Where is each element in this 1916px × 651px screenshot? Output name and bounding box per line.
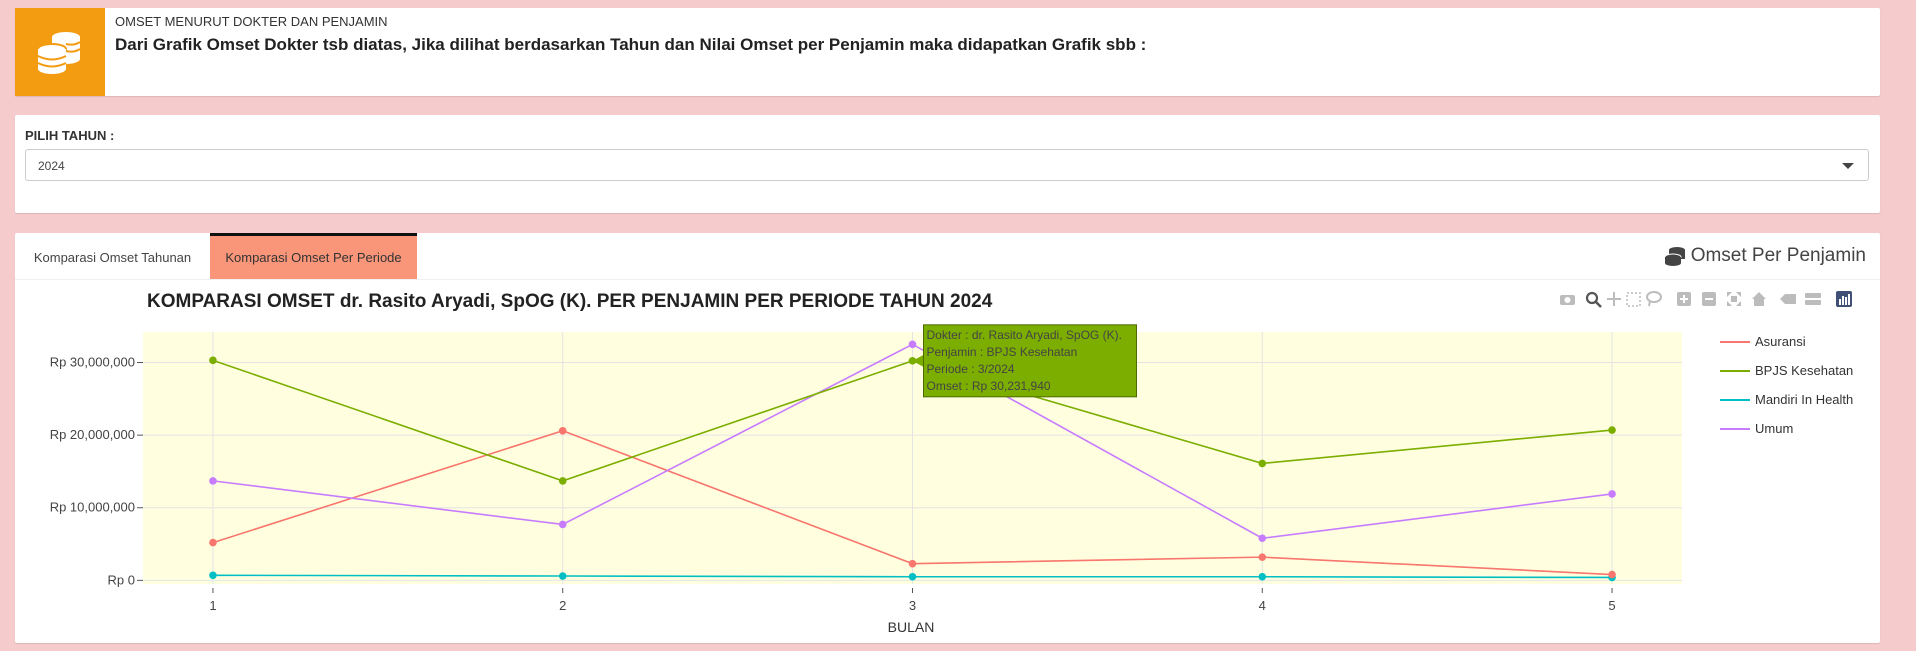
x-tick-label: 4: [1259, 598, 1266, 613]
plotly-logo-bar: [1848, 294, 1850, 305]
lasso-icon: [1646, 291, 1662, 307]
compare-bar-top: [1805, 293, 1821, 298]
data-point: [1608, 490, 1616, 498]
data-point: [908, 572, 917, 581]
y-tick-label: Rp 10,000,000: [50, 500, 135, 515]
camera-lens: [1564, 297, 1571, 303]
y-tick-label: Rp 30,000,000: [50, 355, 135, 370]
zoom-glass: [1585, 291, 1599, 305]
plotly-logo-icon: [1836, 291, 1852, 307]
spike-lines-icon: [1780, 294, 1796, 304]
zoom-handle: [1595, 301, 1602, 308]
y-tick-label: Rp 20,000,000: [50, 427, 135, 442]
zoom-out-icon: [1702, 292, 1716, 306]
tab-komparasi-periode[interactable]: Komparasi Omset Per Periode: [210, 233, 417, 279]
tooltip-line: Omset : Rp 30,231,940: [927, 379, 1051, 393]
data-point: [558, 572, 567, 580]
home-shape: [1752, 292, 1766, 306]
modebar: [1560, 291, 1852, 308]
data-point: [558, 477, 567, 485]
legend-label: Mandiri In Health: [1755, 392, 1853, 407]
plotly-logo-bar: [1842, 296, 1844, 305]
legend-label: BPJS Kesehatan: [1755, 363, 1853, 378]
year-select-value: 2024: [38, 159, 65, 173]
tooltip-line: Periode : 3/2024: [927, 362, 1015, 376]
info-headline: Dari Grafik Omset Dokter tsb diatas, Jik…: [115, 35, 1147, 54]
pan-icon: [1607, 292, 1621, 306]
coins-icon: [15, 8, 105, 96]
tab-bar: Komparasi Omset Tahunan Komparasi Omset …: [15, 233, 1880, 280]
tooltip-line: Dokter : dr. Rasito Aryadi, SpOG (K).: [927, 328, 1122, 342]
data-point: [1258, 572, 1267, 581]
lasso-loop: [1646, 291, 1662, 303]
compare-hover-icon: [1805, 293, 1821, 305]
x-tick-label: 2: [559, 598, 566, 613]
chevron-down-icon: [1842, 163, 1854, 169]
plotly-logo-bar: [1845, 297, 1847, 305]
data-point: [209, 356, 217, 365]
data-point: [209, 538, 217, 547]
data-point: [209, 571, 217, 580]
data-point: [1258, 553, 1267, 561]
panel-title: Omset Per Penjamin: [1664, 245, 1866, 267]
plotly-logo-bar: [1839, 299, 1841, 305]
tag-shape: [1780, 294, 1796, 304]
hover-tooltip: Dokter : dr. Rasito Aryadi, SpOG (K). Pen…: [912, 324, 1137, 398]
lasso-tail: [1648, 300, 1651, 307]
database-icon: [1664, 247, 1685, 266]
data-point: [1258, 534, 1267, 543]
data-point: [558, 520, 567, 529]
x-axis-label: BULAN: [888, 619, 935, 635]
legend-label: Umum: [1755, 421, 1793, 436]
year-label: PILIH TAHUN :: [25, 128, 115, 143]
y-axis: Rp 0 Rp 10,000,000 Rp 20,000,000 Rp 30,000,…: [50, 355, 143, 587]
chart-title: KOMPARASI OMSET dr. Rasito Aryadi, SpOG …: [147, 291, 993, 312]
zoom-icon: [1585, 291, 1602, 308]
panel-title-text: Omset Per Penjamin: [1690, 245, 1866, 266]
data-point: [209, 477, 217, 485]
year-filter-box: PILIH TAHUN : 2024: [15, 115, 1880, 213]
box-select-icon: [1626, 292, 1641, 307]
y-tick-label: Rp 0: [108, 572, 135, 587]
chart-box: Komparasi Omset Tahunan Komparasi Omset …: [15, 233, 1880, 643]
zoom-in-icon: [1677, 292, 1691, 306]
year-select[interactable]: 2024: [25, 149, 1869, 181]
info-box: OMSET MENURUT DOKTER DAN PENJAMIN Dari G…: [15, 8, 1880, 96]
box-select-rect: [1626, 292, 1641, 307]
data-point: [1608, 426, 1616, 434]
x-tick-label: 5: [1608, 598, 1615, 613]
info-subtitle: OMSET MENURUT DOKTER DAN PENJAMIN: [115, 14, 388, 29]
legend: Asuransi BPJS Kesehatan Mandiri In Health U…: [1720, 334, 1853, 436]
tab-komparasi-tahunan[interactable]: Komparasi Omset Tahunan: [15, 233, 210, 279]
tooltip-line: Penjamin : BPJS Kesehatan: [927, 345, 1078, 359]
autoscale-center: [1731, 296, 1737, 302]
legend-label: Asuransi: [1755, 334, 1806, 349]
data-point: [1608, 570, 1616, 579]
x-axis: 1 2 3 4 5: [209, 588, 1616, 613]
data-point: [908, 340, 917, 349]
line-chart: KOMPARASI OMSET dr. Rasito Aryadi, SpOG …: [50, 291, 1853, 635]
autoscale-icon: [1727, 292, 1741, 306]
reset-axes-icon: [1752, 292, 1766, 306]
pan-cross: [1607, 292, 1621, 306]
x-tick-label: 1: [209, 598, 216, 613]
x-tick-label: 3: [909, 598, 916, 613]
compare-bar-bottom: [1805, 300, 1821, 305]
data-point: [1258, 459, 1267, 468]
camera-icon: [1560, 295, 1575, 305]
data-point: [558, 426, 567, 435]
data-point: [908, 559, 917, 568]
